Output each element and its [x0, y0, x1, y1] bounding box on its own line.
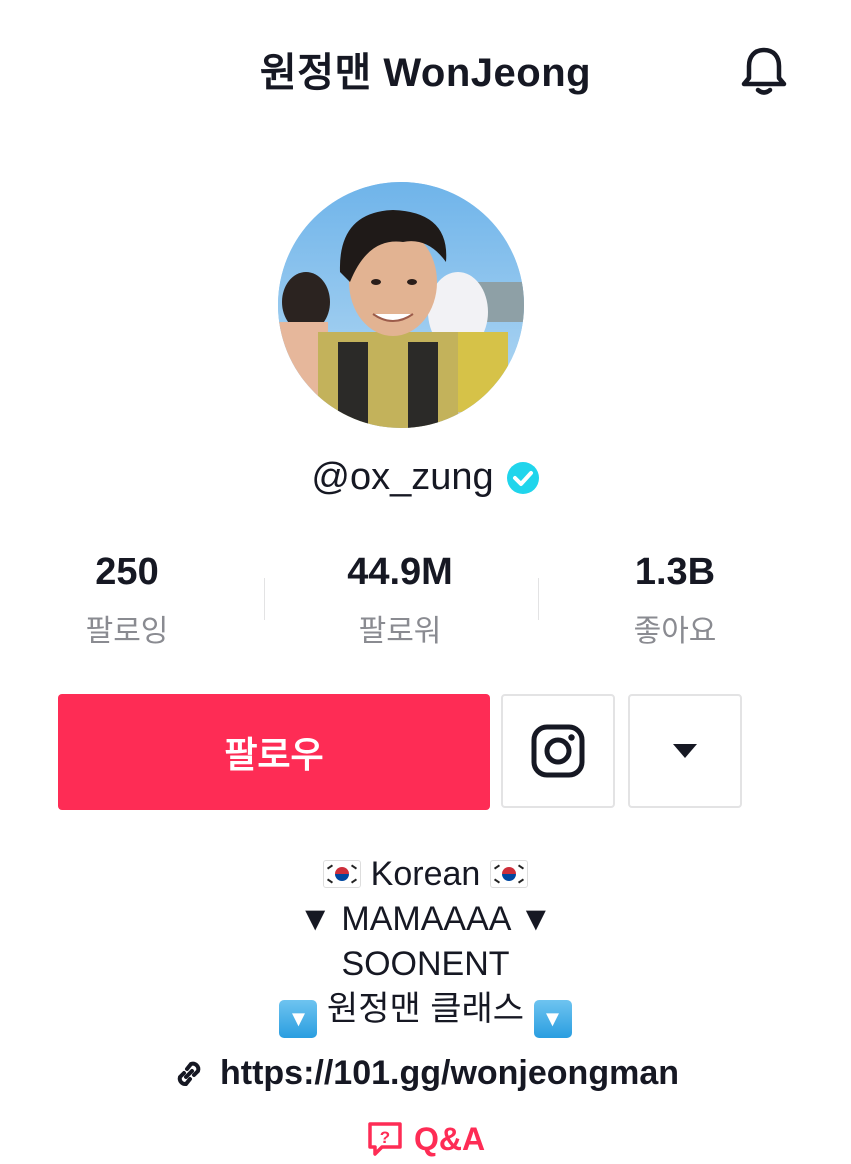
stat-value: 44.9M: [347, 551, 453, 593]
stat-divider: [264, 578, 265, 620]
stats-bar: 250 팔로잉 44.9M 팔로워 1.3B 좋아요: [0, 548, 851, 658]
bio-text: Korean: [370, 855, 481, 893]
more-options-button[interactable]: [628, 694, 742, 808]
stat-label: 좋아요: [633, 615, 717, 648]
stat-label: 팔로잉: [85, 615, 169, 648]
korea-flag-icon: [489, 860, 528, 888]
qa-button[interactable]: ? Q&A: [0, 1120, 851, 1158]
bio-line-4: ▼ 원정맨 클래스 ▼: [0, 987, 851, 1038]
stat-divider: [538, 578, 539, 620]
stat-value: 250: [95, 551, 159, 593]
link-icon: [177, 1061, 201, 1086]
verified-badge-icon: [506, 461, 539, 494]
bio-line-3: SOONENT: [341, 945, 510, 983]
bio-line-2: ▼ MAMAAAA ▼: [298, 900, 553, 938]
profile-avatar[interactable]: [278, 182, 524, 428]
page-header-title: 원정맨 WonJeong: [259, 51, 592, 95]
follow-button[interactable]: 팔로우: [58, 694, 490, 810]
bell-icon: [741, 47, 787, 95]
stat-likes[interactable]: 1.3B 좋아요: [550, 548, 800, 650]
username: @ox_zung: [311, 456, 494, 498]
triangle-down-icon: [673, 744, 697, 758]
bio: Korean ▼ MAMAAAA ▼ SOONENT ▼ 원정맨 클래스 ▼: [0, 852, 851, 1038]
stat-value: 1.3B: [634, 551, 716, 593]
notification-button[interactable]: [735, 44, 793, 100]
stat-label: 팔로워: [358, 615, 442, 648]
question-box-icon: ?: [368, 1122, 402, 1156]
link-url: https://101.gg/wonjeongman: [219, 1054, 680, 1092]
username-row: @ox_zung: [0, 456, 851, 499]
bio-text: 원정맨 클래스: [326, 990, 525, 1028]
stat-followers[interactable]: 44.9M 팔로워: [275, 548, 525, 650]
instagram-icon: [531, 724, 585, 778]
svg-text:?: ?: [380, 1128, 390, 1147]
instagram-button[interactable]: [501, 694, 615, 808]
profile-link[interactable]: https://101.gg/wonjeongman: [0, 1054, 851, 1093]
down-arrow-button-icon: ▼: [533, 1000, 572, 1038]
stat-following[interactable]: 250 팔로잉: [2, 548, 252, 650]
down-arrow-button-icon: ▼: [279, 1000, 318, 1038]
qa-label: Q&A: [413, 1120, 486, 1157]
korea-flag-icon: [323, 860, 362, 888]
bio-line-1: Korean: [0, 852, 851, 897]
